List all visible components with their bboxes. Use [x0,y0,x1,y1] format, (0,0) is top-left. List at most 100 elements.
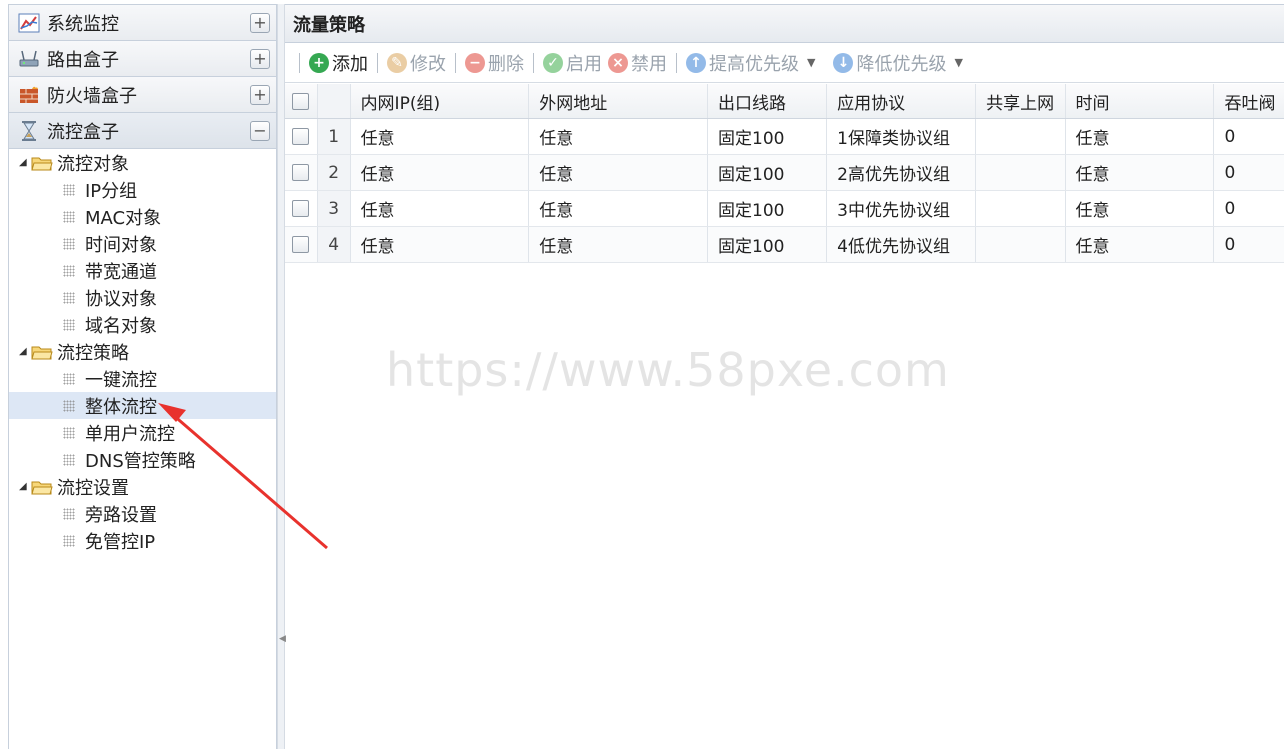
tree-leaf-icon [63,399,75,412]
tree-item-bandwidth-channel[interactable]: 带宽通道 [9,257,276,284]
tree-folder-flow-policy[interactable]: ◢ 流控策略 [9,338,276,365]
expand-icon[interactable]: + [250,13,270,33]
chevron-down-icon[interactable]: ▼ [954,56,962,69]
row-checkbox[interactable] [292,128,309,145]
tree-folder-label: 流控对象 [57,153,129,175]
router-icon [17,47,41,71]
tree-item-dns-policy[interactable]: DNS管控策略 [9,446,276,473]
enable-button[interactable]: ✓ 启用 [540,49,605,77]
flow-control-tree: ◢ 流控对象 IP分组 MAC对象 时间对象 带宽通道 协议对象 域名对象 ◢ … [9,149,276,554]
tree-item-protocol-object[interactable]: 协议对象 [9,284,276,311]
folder-open-icon [31,481,53,494]
raise-priority-button[interactable]: ↑ 提高优先级 ▼ [683,49,818,77]
plus-icon: + [309,52,329,73]
column-header[interactable]: 吞吐阀 [1214,84,1284,118]
delete-button[interactable]: − 删除 [462,49,527,77]
row-checkbox[interactable] [292,200,309,217]
tree-expand-arrow-icon[interactable]: ◢ [19,346,31,357]
row-select[interactable] [285,191,318,226]
tree-item-single-user-flow[interactable]: 单用户流控 [9,419,276,446]
table-row[interactable]: 3 任意 任意 固定100 3中优先协议组 任意 0 [285,191,1284,227]
tree-leaf-icon [63,507,75,520]
chart-icon [17,11,41,35]
row-checkbox[interactable] [292,164,309,181]
column-header[interactable]: 共享上网 [976,84,1066,118]
cell-protocol: 1保障类协议组 [827,119,977,154]
tree-leaf-icon [63,453,75,466]
column-header[interactable]: 内网IP(组) [351,84,530,118]
chevron-down-icon[interactable]: ▼ [807,56,815,69]
expand-icon[interactable]: + [250,49,270,69]
folder-open-icon [31,157,53,170]
lower-priority-button[interactable]: ↓ 降低优先级 ▼ [830,49,965,77]
tree-item-one-key-flow[interactable]: 一键流控 [9,365,276,392]
edit-button[interactable]: ✎ 修改 [384,49,449,77]
column-header[interactable]: 时间 [1066,84,1215,118]
cell-exit-line: 固定100 [708,227,828,262]
table-row[interactable]: 4 任意 任意 固定100 4低优先协议组 任意 0 [285,227,1284,263]
left-navigation: 系统监控 + 路由盒子 + 防火墙盒子 + 流控盒子 − ◢ 流控对象 IP分组… [8,4,277,749]
row-select[interactable] [285,227,318,262]
cell-throughput: 0 [1224,198,1236,219]
tree-expand-arrow-icon[interactable]: ◢ [19,157,31,168]
cross-icon: × [608,52,628,73]
accordion-system-monitor[interactable]: 系统监控 + [9,5,276,41]
row-checkbox[interactable] [292,236,309,253]
toolbar-separator [533,52,534,73]
panel-splitter[interactable]: ◀ [277,4,286,749]
tree-item-label: MAC对象 [85,207,162,229]
lower-priority-label: 降低优先级 [856,53,947,75]
tree-item-exempt-ip[interactable]: 免管控IP [9,527,276,554]
tree-item-time-object[interactable]: 时间对象 [9,230,276,257]
tree-folder-flow-objects[interactable]: ◢ 流控对象 [9,149,276,176]
toolbar-separator [299,52,300,73]
cell-wan-address: 任意 [529,119,708,154]
column-header[interactable]: 外网地址 [529,84,708,118]
column-header[interactable]: 应用协议 [827,84,977,118]
row-select[interactable] [285,155,318,190]
column-header[interactable]: 出口线路 [708,84,828,118]
disable-button[interactable]: × 禁用 [605,49,670,77]
expand-icon[interactable]: + [250,85,270,105]
cell-shared [976,191,1066,226]
tree-item-ip-group[interactable]: IP分组 [9,176,276,203]
row-select[interactable] [285,119,318,154]
panel-title: 流量策略 [285,5,1284,43]
minus-icon: − [465,52,485,73]
tree-item-label: 时间对象 [85,234,157,256]
header-select-all[interactable] [285,84,318,118]
tree-leaf-icon [63,210,75,223]
tree-item-label: 整体流控 [85,396,157,418]
tree-item-overall-flow[interactable]: 整体流控 [9,392,276,419]
tree-item-label: 一键流控 [85,369,157,391]
cell-wan-address: 任意 [529,191,708,226]
cell-exit-line: 固定100 [708,155,828,190]
tree-item-domain-object[interactable]: 域名对象 [9,311,276,338]
tree-item-bypass-settings[interactable]: 旁路设置 [9,500,276,527]
accordion-label: 路由盒子 [47,49,119,71]
tree-item-mac-object[interactable]: MAC对象 [9,203,276,230]
table-row[interactable]: 1 任意 任意 固定100 1保障类协议组 任意 0 [285,119,1284,155]
tree-leaf-icon [63,237,75,250]
cell-lan-ip: 任意 [351,227,530,262]
cell-shared [976,227,1066,262]
tree-item-label: 单用户流控 [85,423,175,445]
cell-lan-ip: 任意 [351,119,530,154]
tree-folder-flow-settings[interactable]: ◢ 流控设置 [9,473,276,500]
cell-throughput: 0 [1224,234,1236,255]
tree-expand-arrow-icon[interactable]: ◢ [19,481,31,492]
table-row[interactable]: 2 任意 任意 固定100 2高优先协议组 任意 0 [285,155,1284,191]
add-button[interactable]: + 添加 [306,49,371,77]
accordion-router-box[interactable]: 路由盒子 + [9,41,276,77]
select-all-checkbox[interactable] [292,92,309,110]
tree-folder-label: 流控策略 [57,342,129,364]
tree-leaf-icon [63,318,75,331]
accordion-firewall-box[interactable]: 防火墙盒子 + [9,77,276,113]
row-number: 3 [317,191,351,226]
collapse-icon[interactable]: − [250,121,270,141]
accordion-label: 系统监控 [47,13,119,35]
hourglass-icon [17,119,41,143]
main-panel: 流量策略 + 添加 ✎ 修改 − 删除 ✓ 启用 × 禁用 ↑ 提高优先级 ▼ … [285,4,1284,749]
accordion-flow-control-box[interactable]: 流控盒子 − [9,113,276,149]
tree-leaf-icon [63,372,75,385]
